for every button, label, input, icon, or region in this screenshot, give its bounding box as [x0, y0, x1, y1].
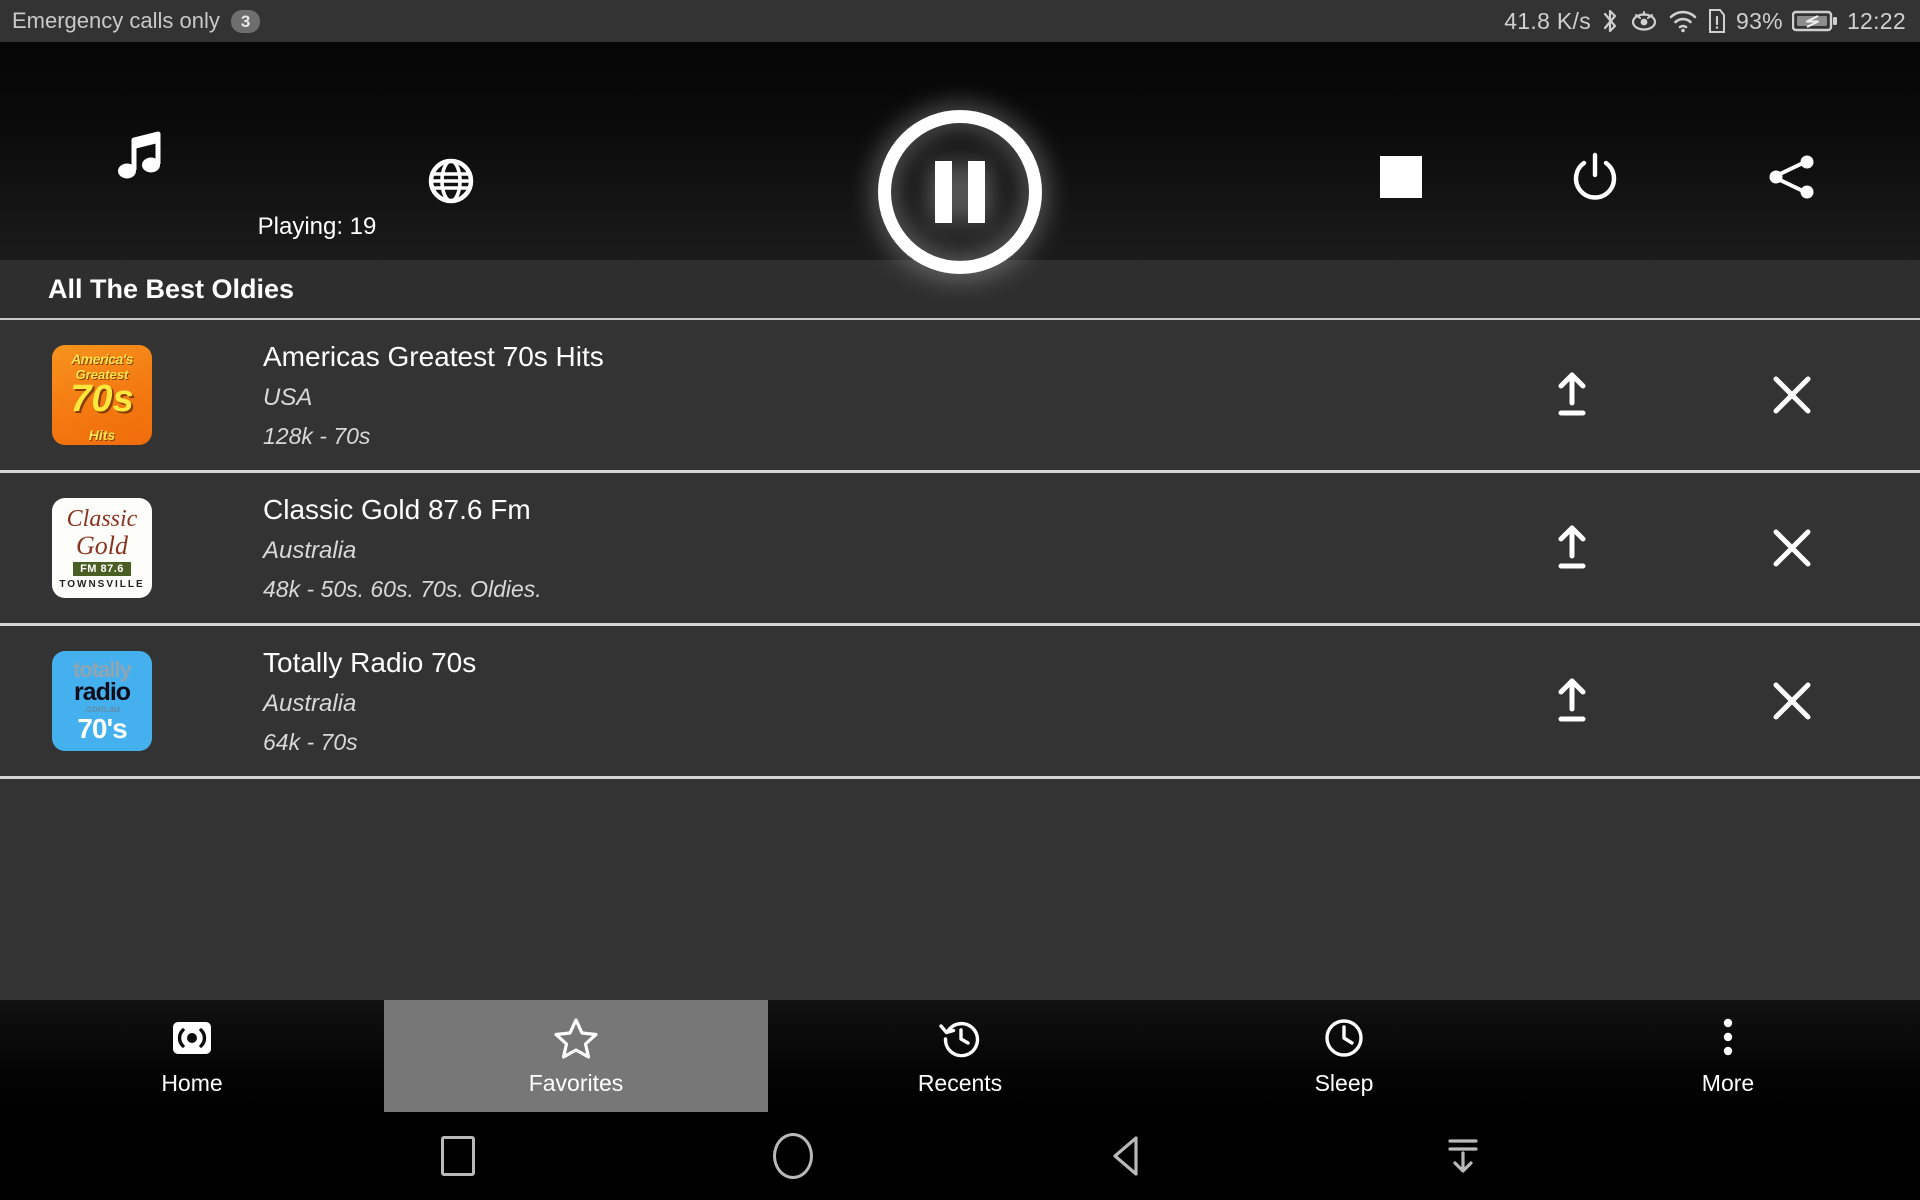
wifi-icon [1668, 8, 1698, 34]
tab-favorites[interactable]: Favorites [384, 1000, 768, 1112]
back-button[interactable] [1088, 1126, 1168, 1186]
station-country: Australia [263, 689, 357, 717]
station-name: Classic Gold 87.6 Fm [263, 493, 531, 525]
stop-icon [1380, 156, 1422, 198]
player-control-bar: Playing: 19 [0, 42, 1920, 274]
logo-line-4: TOWNSVILLE [59, 578, 145, 590]
bluetooth-icon [1600, 7, 1620, 35]
station-meta: 128k - 70s [263, 422, 371, 449]
share-icon [1769, 155, 1814, 199]
hide-keyboard-icon [1447, 1139, 1478, 1173]
playing-count-label: Playing: 19 [257, 213, 377, 240]
hide-keyboard-button[interactable] [1423, 1126, 1503, 1186]
row-actions [1490, 371, 1920, 419]
upload-icon [1558, 678, 1586, 722]
station-list: America's Greatest 70s Hits Americas Gre… [0, 320, 1920, 1000]
android-nav-bar [0, 1112, 1920, 1200]
recents-button[interactable] [418, 1126, 498, 1186]
upload-icon [1558, 372, 1586, 416]
logo-line-4: 70's [77, 713, 127, 744]
tab-label: Sleep [1314, 1069, 1374, 1096]
station-meta: 64k - 70s [263, 728, 358, 755]
square-icon [440, 1136, 475, 1176]
notification-count-badge: 3 [230, 9, 261, 33]
station-country: Australia [263, 536, 357, 564]
tab-home[interactable]: Home [0, 1000, 384, 1112]
remove-button[interactable] [1742, 525, 1842, 571]
tab-label: Favorites [528, 1069, 624, 1096]
tab-label: Recents [917, 1069, 1003, 1096]
music-note-icon[interactable] [116, 130, 164, 184]
globe-icon[interactable] [427, 157, 475, 205]
table-row[interactable]: Classic Gold FM 87.6 TOWNSVILLE Classic … [0, 473, 1920, 626]
status-bar-right: 41.8 K/s 93% 12:22 [1504, 7, 1906, 35]
logo-line-1: America's [71, 351, 133, 367]
star-icon [554, 1016, 598, 1060]
close-icon [1773, 529, 1811, 567]
app-screen: Emergency calls only 3 41.8 K/s 93% 12:2… [0, 0, 1920, 1200]
tab-more[interactable]: More [1536, 1000, 1920, 1112]
pause-icon [935, 161, 985, 223]
battery-percent-label: 93% [1736, 7, 1783, 34]
battery-charging-icon [1791, 9, 1838, 33]
home-button[interactable] [753, 1126, 833, 1186]
share-button[interactable] [1766, 152, 1818, 202]
upload-button[interactable] [1522, 371, 1622, 419]
network-speed-label: 41.8 K/s [1504, 7, 1591, 34]
station-info: Americas Greatest 70s Hits USA 128k - 70… [152, 341, 1490, 450]
logo-line-1: Classic [66, 505, 138, 532]
logo-line-4: Hits [88, 427, 116, 443]
tab-label: More [1701, 1069, 1755, 1096]
station-country: USA [263, 383, 313, 411]
sim-alert-icon [1707, 8, 1727, 34]
circle-icon [772, 1133, 813, 1179]
station-logo: Classic Gold FM 87.6 TOWNSVILLE [52, 498, 152, 598]
status-bar: Emergency calls only 3 41.8 K/s 93% 12:2… [0, 0, 1920, 42]
remove-button[interactable] [1742, 372, 1842, 418]
eye-icon [1629, 9, 1659, 33]
clock-label: 12:22 [1846, 7, 1906, 34]
table-row[interactable]: America's Greatest 70s Hits Americas Gre… [0, 320, 1920, 473]
logo-line-1: totally [73, 657, 132, 682]
row-actions [1490, 677, 1920, 725]
station-info: Totally Radio 70s Australia 64k - 70s [152, 647, 1490, 756]
logo-line-2: radio [73, 678, 131, 706]
tab-sleep[interactable]: Sleep [1152, 1000, 1536, 1112]
power-button[interactable] [1571, 152, 1619, 202]
bottom-tab-bar: Home Favorites Recents Sleep More [0, 1000, 1920, 1112]
overflow-dots-icon [1720, 1016, 1736, 1060]
logo-line-3: 70s [70, 378, 134, 420]
power-icon [1573, 152, 1617, 200]
upload-button[interactable] [1522, 677, 1622, 725]
tab-recents[interactable]: Recents [768, 1000, 1152, 1112]
tab-label: Home [161, 1069, 223, 1096]
row-actions [1490, 524, 1920, 572]
remove-button[interactable] [1742, 678, 1842, 724]
carrier-label: Emergency calls only [12, 8, 220, 33]
station-meta: 48k - 50s. 60s. 70s. Oldies. [263, 575, 542, 602]
close-icon [1773, 682, 1811, 720]
logo-line-2: Gold [76, 530, 128, 560]
upload-icon [1558, 525, 1586, 569]
logo-line-3: FM 87.6 [73, 561, 131, 576]
upload-button[interactable] [1522, 524, 1622, 572]
table-row[interactable]: totally radio .com.au 70's Totally Radio… [0, 626, 1920, 779]
station-name: Totally Radio 70s [263, 646, 477, 678]
triangle-back-icon [1112, 1136, 1138, 1176]
station-logo: totally radio .com.au 70's [52, 651, 152, 751]
station-logo: America's Greatest 70s Hits [52, 345, 152, 445]
station-info: Classic Gold 87.6 Fm Australia 48k - 50s… [152, 494, 1490, 603]
history-icon [938, 1016, 982, 1060]
pause-button[interactable] [878, 110, 1042, 274]
station-name: Americas Greatest 70s Hits [263, 340, 604, 372]
status-bar-left: Emergency calls only 3 [12, 8, 261, 34]
close-icon [1773, 376, 1811, 414]
broadcast-icon [171, 1016, 213, 1060]
stop-button[interactable] [1380, 156, 1422, 198]
clock-icon [1323, 1016, 1365, 1060]
